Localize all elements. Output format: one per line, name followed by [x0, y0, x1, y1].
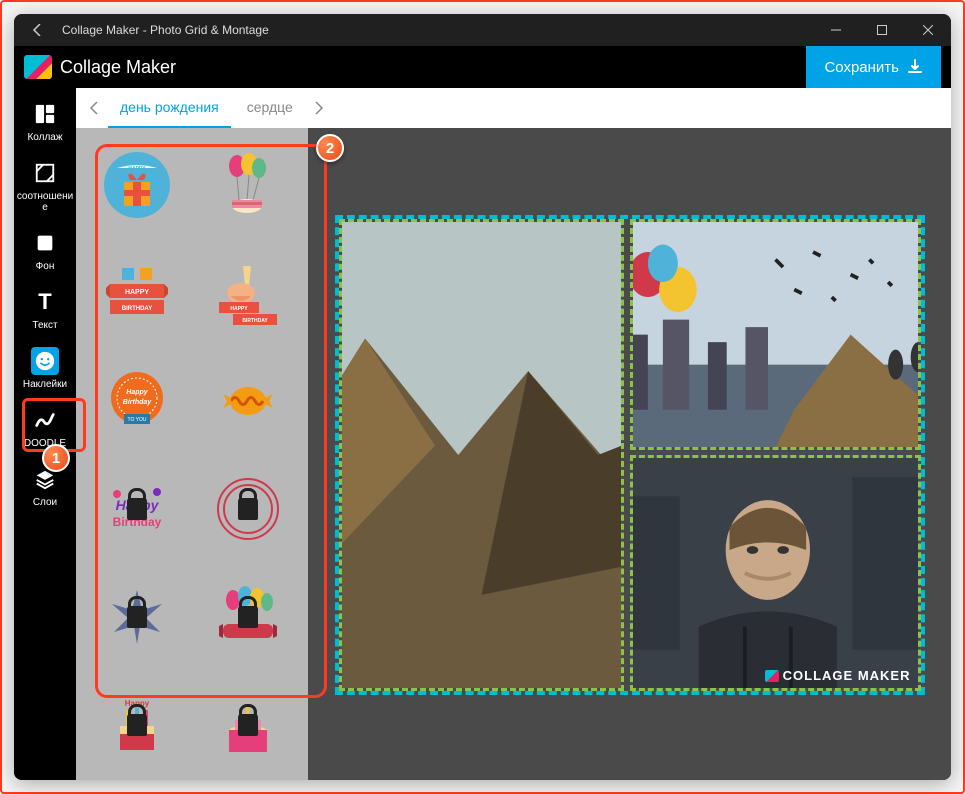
main-area: день рождения сердце HAPPY	[76, 88, 951, 780]
ratio-icon	[31, 159, 59, 187]
watermark: COLLAGE MAKER	[765, 668, 911, 683]
svg-text:Birthday: Birthday	[122, 399, 152, 406]
titlebar: Collage Maker - Photo Grid & Montage	[14, 14, 951, 46]
sidebar-item-background[interactable]: Фон	[14, 221, 76, 280]
lock-icon	[127, 714, 147, 736]
sidebar-item-ratio[interactable]: соотношение	[14, 151, 76, 221]
sticker-category-tabs: день рождения сердце	[76, 88, 951, 128]
lock-icon	[127, 606, 147, 628]
collage-frame[interactable]: COLLAGE MAKER	[335, 215, 925, 695]
category-prev-button[interactable]	[84, 98, 104, 118]
smile-icon	[31, 347, 59, 375]
lock-icon	[238, 498, 258, 520]
sticker-cake-red[interactable]: Happy	[88, 686, 185, 764]
square-icon	[31, 229, 59, 257]
close-button[interactable]	[905, 14, 951, 46]
app-header: Collage Maker Сохранить	[14, 46, 951, 88]
sidebar-item-text[interactable]: T Текст	[14, 280, 76, 339]
canvas-area[interactable]: COLLAGE MAKER	[308, 128, 951, 780]
svg-text:BIRTHDAY: BIRTHDAY	[121, 306, 151, 312]
svg-text:BIRTHDAY: BIRTHDAY	[242, 318, 268, 324]
maximize-button[interactable]	[859, 14, 905, 46]
app-window: Collage Maker - Photo Grid & Montage Col…	[14, 14, 951, 780]
svg-text:HAPPY: HAPPY	[124, 289, 148, 296]
lock-icon	[127, 498, 147, 520]
svg-text:HAPPY: HAPPY	[230, 306, 248, 312]
app-name: Collage Maker	[60, 57, 806, 78]
sticker-cake-pink[interactable]	[199, 686, 296, 764]
work-area: HAPPY HAPPYBIRTHDAY HAPPYBIRTHDAY H	[76, 128, 951, 780]
collage-image-mountains[interactable]	[339, 219, 624, 691]
svg-text:TO YOU: TO YOU	[127, 417, 146, 423]
sticker-balloons-ribbon[interactable]	[199, 578, 296, 656]
sticker-star-burst[interactable]	[88, 578, 185, 656]
collage-image-balloons-city[interactable]	[630, 219, 921, 450]
minimize-button[interactable]	[813, 14, 859, 46]
sticker-panel[interactable]: HAPPY HAPPYBIRTHDAY HAPPYBIRTHDAY H	[76, 128, 308, 780]
app-logo-icon	[24, 55, 52, 79]
save-label: Сохранить	[824, 59, 899, 76]
svg-text:Happy: Happy	[126, 389, 149, 396]
chevron-right-icon	[314, 101, 324, 115]
sticker-candy[interactable]	[199, 362, 296, 440]
chevron-left-icon	[89, 101, 99, 115]
svg-text:HAPPY: HAPPY	[128, 166, 146, 172]
sticker-birthday-purple[interactable]: HappyBirthday	[88, 470, 185, 548]
window-title: Collage Maker - Photo Grid & Montage	[62, 23, 813, 37]
doodle-icon	[31, 406, 59, 434]
sticker-balloons-cake[interactable]	[199, 146, 296, 224]
sidebar-item-collage[interactable]: Коллаж	[14, 92, 76, 151]
text-icon: T	[31, 288, 59, 316]
category-tab-birthday[interactable]: день рождения	[108, 88, 231, 128]
annotation-badge-2: 2	[316, 134, 344, 162]
grid-icon	[31, 100, 59, 128]
sticker-cheers-glass[interactable]: HAPPY BIRTHDAY	[199, 254, 296, 332]
watermark-icon	[765, 670, 779, 682]
sidebar-item-stickers[interactable]: Наклейки	[14, 339, 76, 398]
sticker-happy-birthday-ribbon[interactable]: HAPPY BIRTHDAY	[88, 254, 185, 332]
lock-icon	[238, 606, 258, 628]
sticker-grid: HAPPY HAPPYBIRTHDAY HAPPYBIRTHDAY H	[88, 146, 296, 764]
back-button[interactable]	[26, 18, 50, 42]
content-area: Коллаж соотношение Фон T Текст Наклейки …	[14, 88, 951, 780]
category-next-button[interactable]	[309, 98, 329, 118]
sticker-gift-circle[interactable]: HAPPY	[88, 146, 185, 224]
collage-image-man-portrait[interactable]	[630, 455, 921, 691]
lock-icon	[238, 714, 258, 736]
category-tab-heart[interactable]: сердце	[235, 88, 305, 128]
download-icon	[907, 59, 923, 75]
sticker-birthday-stamp[interactable]: ★ ★ ★	[199, 470, 296, 548]
annotation-badge-1: 1	[42, 444, 70, 472]
sticker-happy-birthday-badge[interactable]: Happy Birthday TO YOU	[88, 362, 185, 440]
tool-sidebar: Коллаж соотношение Фон T Текст Наклейки …	[14, 88, 76, 780]
save-button[interactable]: Сохранить	[806, 46, 941, 88]
